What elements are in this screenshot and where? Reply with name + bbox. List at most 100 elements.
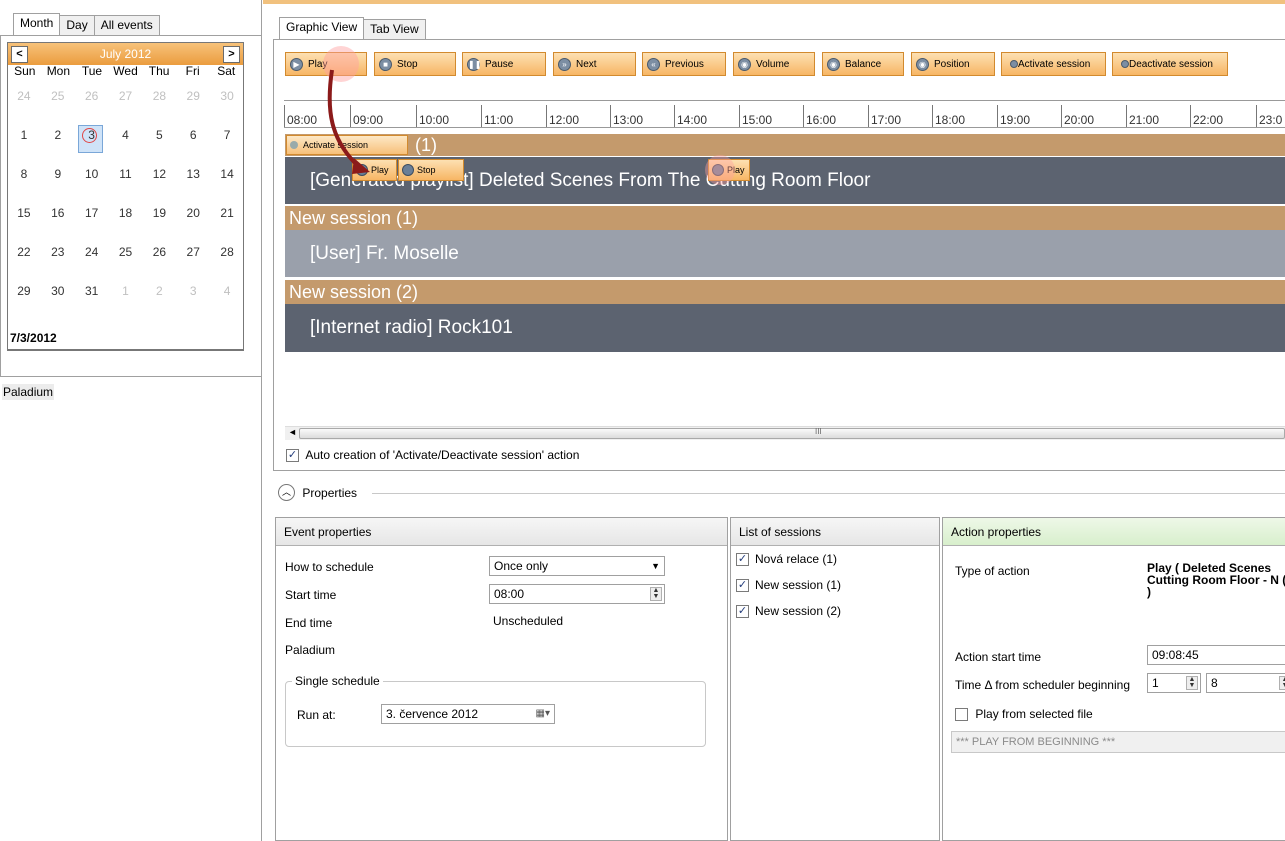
- volume-button[interactable]: ◉ Volume: [733, 52, 815, 76]
- session-checkbox[interactable]: ✓: [736, 605, 749, 619]
- day-cell[interactable]: 12: [142, 155, 176, 194]
- time-delta-hours[interactable]: 1 ▲ ▼: [1147, 673, 1201, 693]
- day-cell[interactable]: 21: [210, 194, 244, 233]
- next-button[interactable]: » Next: [553, 52, 636, 76]
- day-cell[interactable]: 25: [109, 233, 143, 272]
- previous-button[interactable]: « Previous: [642, 52, 726, 76]
- day-cell[interactable]: 17: [75, 194, 109, 233]
- tab-day[interactable]: Day: [59, 15, 95, 35]
- day-cell[interactable]: 28: [210, 233, 244, 272]
- session-list-item[interactable]: ✓ New session (2): [736, 604, 841, 619]
- day-cell[interactable]: 28: [142, 77, 176, 116]
- timeline-scrollbar[interactable]: ◄ III: [285, 426, 1285, 440]
- day-cell[interactable]: 13: [176, 155, 210, 194]
- day-cell[interactable]: 14: [210, 155, 244, 194]
- drag-arrow: [327, 69, 370, 174]
- day-cell[interactable]: 25: [41, 77, 75, 116]
- play-from-selected-checkbox[interactable]: [955, 708, 968, 722]
- calendar-dropdown-icon[interactable]: ▦▾: [536, 705, 550, 723]
- next-month-button[interactable]: >: [223, 46, 240, 63]
- tab-month[interactable]: Month: [13, 13, 61, 35]
- spinner-icon[interactable]: ▲▼: [650, 587, 662, 601]
- session-header-2[interactable]: New session (1): [285, 206, 1285, 230]
- tab-all-events[interactable]: All events: [93, 15, 160, 35]
- scroll-left-icon[interactable]: ◄: [288, 427, 297, 437]
- day-cell[interactable]: 8: [7, 155, 41, 194]
- day-cell[interactable]: 19: [142, 194, 176, 233]
- run-at-date-picker[interactable]: 3. července 2012 ▦▾: [381, 704, 555, 724]
- day-cell[interactable]: 10: [75, 155, 109, 194]
- action-start-time-input[interactable]: 09:08:45: [1147, 645, 1285, 665]
- tab-tab-view[interactable]: Tab View: [363, 19, 426, 39]
- day-cell[interactable]: 24: [75, 233, 109, 272]
- day-cell[interactable]: 5: [142, 116, 176, 155]
- day-cell[interactable]: 9: [41, 155, 75, 194]
- day-cell[interactable]: 22: [7, 233, 41, 272]
- play-from-selected-option[interactable]: Play from selected file: [955, 707, 1093, 722]
- day-cell[interactable]: 23: [41, 233, 75, 272]
- track-user[interactable]: [User] Fr. Moselle: [285, 230, 1285, 277]
- auto-creation-checkbox[interactable]: ✓: [286, 449, 299, 463]
- stop-button[interactable]: ■ Stop: [374, 52, 456, 76]
- session-header-3[interactable]: New session (2): [285, 280, 1285, 304]
- session-checkbox[interactable]: ✓: [736, 553, 749, 567]
- time-tick: 11:00: [481, 105, 513, 127]
- day-cell[interactable]: 6: [176, 116, 210, 155]
- day-cell[interactable]: 30: [41, 272, 75, 311]
- day-cell[interactable]: 30: [210, 77, 244, 116]
- balance-icon: ◉: [827, 57, 840, 71]
- action-start-time-label: Action start time: [955, 650, 1042, 664]
- deactivate-session-button[interactable]: Deactivate session: [1112, 52, 1228, 76]
- calendar-month-label[interactable]: July 2012: [8, 47, 243, 61]
- day-cell[interactable]: 27: [176, 233, 210, 272]
- day-cell[interactable]: 26: [75, 77, 109, 116]
- day-cell[interactable]: 26: [142, 233, 176, 272]
- start-time-input[interactable]: 08:00 ▲ ▼: [489, 584, 665, 604]
- time-tick: 08:00: [284, 105, 317, 127]
- day-cell[interactable]: 31: [75, 272, 109, 311]
- play-from-field: *** PLAY FROM BEGINNING ***: [951, 731, 1285, 753]
- day-cell[interactable]: 2: [41, 116, 75, 155]
- tab-graphic-view[interactable]: Graphic View: [279, 17, 365, 39]
- day-cell[interactable]: 15: [7, 194, 41, 233]
- session-list-item[interactable]: ✓ New session (1): [736, 578, 841, 593]
- day-cell[interactable]: 11: [109, 155, 143, 194]
- day-cell[interactable]: 27: [109, 77, 143, 116]
- day-cell[interactable]: 4: [210, 272, 244, 311]
- pause-button[interactable]: ❚❚ Pause: [462, 52, 546, 76]
- day-cell[interactable]: 24: [7, 77, 41, 116]
- day-cell[interactable]: 29: [176, 77, 210, 116]
- activate-session-button[interactable]: Activate session: [1001, 52, 1106, 76]
- day-cell[interactable]: 2: [142, 272, 176, 311]
- previous-button-label: Previous: [665, 58, 704, 70]
- day-cell-selected[interactable]: 3: [75, 116, 109, 155]
- day-cell[interactable]: 20: [176, 194, 210, 233]
- day-cell[interactable]: 4: [109, 116, 143, 155]
- session-list-item[interactable]: ✓ Nová relace (1): [736, 552, 837, 567]
- day-cell[interactable]: 29: [7, 272, 41, 311]
- how-to-schedule-select[interactable]: Once only ▼: [489, 556, 665, 576]
- time-tick: 18:00: [932, 105, 965, 127]
- chevron-up-icon[interactable]: ︿: [278, 484, 295, 501]
- track-internet-radio[interactable]: [Internet radio] Rock101: [285, 304, 1285, 352]
- day-cell[interactable]: 1: [7, 116, 41, 155]
- properties-toggle[interactable]: ︿ Properties: [278, 484, 357, 501]
- day-cell[interactable]: 18: [109, 194, 143, 233]
- day-cell[interactable]: 16: [41, 194, 75, 233]
- day-cell[interactable]: 7: [210, 116, 244, 155]
- day-cell[interactable]: 1: [109, 272, 143, 311]
- scrollbar-thumb[interactable]: III: [299, 427, 1285, 439]
- left-list-item-paladium[interactable]: Paladium: [2, 384, 55, 400]
- stop-action-marker[interactable]: Stop: [398, 159, 464, 181]
- day-cell[interactable]: 3: [176, 272, 210, 311]
- session-header-1[interactable]: (1): [285, 134, 1285, 156]
- spinner-icon[interactable]: ▲▼: [1279, 676, 1285, 690]
- position-button[interactable]: ◉ Position: [911, 52, 995, 76]
- calendar-panel: < July 2012 > Sun Mon Tue Wed Thu Fri Sa…: [0, 35, 262, 377]
- balance-button[interactable]: ◉ Balance: [822, 52, 904, 76]
- how-to-schedule-label: How to schedule: [285, 560, 374, 574]
- time-delta-minutes[interactable]: 8 ▲▼: [1206, 673, 1285, 693]
- session-checkbox[interactable]: ✓: [736, 579, 749, 593]
- spinner-icon[interactable]: ▲▼: [1186, 676, 1198, 690]
- auto-creation-option[interactable]: ✓ Auto creation of 'Activate/Deactivate …: [286, 448, 579, 463]
